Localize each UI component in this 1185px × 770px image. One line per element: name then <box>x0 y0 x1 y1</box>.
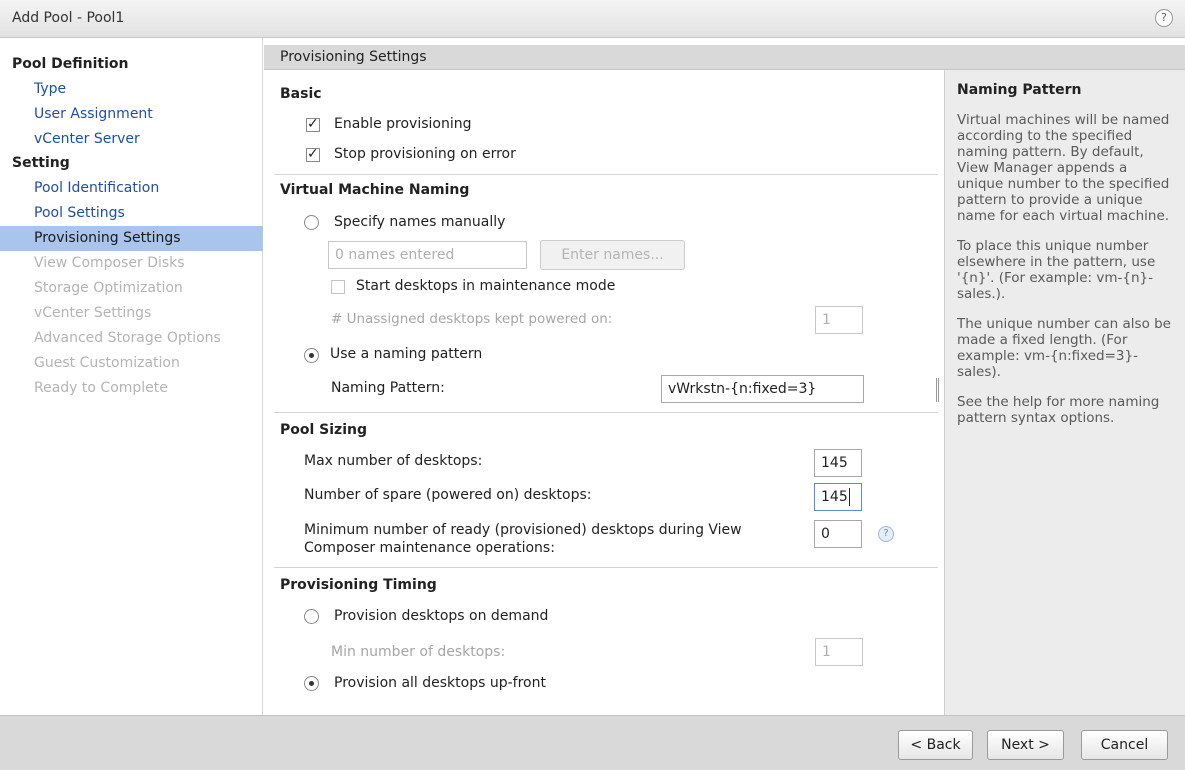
nav-item-guest-customization: Guest Customization <box>34 355 180 371</box>
divider <box>274 174 938 175</box>
divider <box>274 412 938 413</box>
nav-heading-setting: Setting <box>12 155 70 171</box>
enter-names-button: Enter names... <box>540 240 685 270</box>
help-paragraph: The unique number can also be made a fix… <box>957 316 1171 380</box>
nav-item-view-composer-disks: View Composer Disks <box>34 255 185 271</box>
unassigned-powered-on-label: # Unassigned desktops kept powered on: <box>331 311 613 327</box>
help-panel: Naming Pattern Virtual machines will be … <box>944 70 1185 715</box>
nav-item-ready-to-complete: Ready to Complete <box>34 380 168 396</box>
help-paragraph: Virtual machines will be named according… <box>957 112 1170 224</box>
spare-desktops-input[interactable]: 145 <box>814 483 862 511</box>
stop-on-error-checkbox[interactable] <box>306 146 320 162</box>
divider <box>274 567 938 568</box>
spare-desktops-label: Number of spare (powered on) desktops: <box>304 487 592 503</box>
maintenance-mode-checkbox <box>331 280 345 294</box>
vm-naming-group-title: Virtual Machine Naming <box>280 182 470 198</box>
title-bar: Add Pool - Pool1 ? <box>0 0 1185 38</box>
min-ready-label-line2: Composer maintenance operations: <box>304 540 555 556</box>
nav-item-vcenter-server[interactable]: vCenter Server <box>0 127 263 152</box>
help-paragraph: To place this unique number elsewhere in… <box>957 238 1156 302</box>
help-paragraph: See the help for more naming pattern syn… <box>957 394 1160 426</box>
nav-item-provisioning-settings[interactable]: Provisioning Settings <box>0 226 263 251</box>
maintenance-mode-label: Start desktops in maintenance mode <box>356 278 616 294</box>
nav-item-pool-settings[interactable]: Pool Settings <box>0 201 263 226</box>
nav-item-vcenter-settings: vCenter Settings <box>34 305 152 321</box>
nav-heading-pool-definition: Pool Definition <box>12 56 129 72</box>
text-caret <box>849 488 850 506</box>
provisioning-form: Basic Enable provisioning Stop provision… <box>264 70 944 715</box>
min-desktops-field: 1 <box>815 638 863 666</box>
provision-up-front-radio[interactable] <box>304 676 319 691</box>
nav-item-advanced-storage-options: Advanced Storage Options <box>34 330 221 346</box>
max-desktops-label: Max number of desktops: <box>304 453 483 469</box>
nav-item-storage-optimization: Storage Optimization <box>34 280 183 296</box>
stop-on-error-label[interactable]: Stop provisioning on error <box>334 146 516 162</box>
nav-item-user-assignment[interactable]: User Assignment <box>0 102 263 127</box>
naming-pattern-label: Naming Pattern: <box>331 380 445 396</box>
cancel-button[interactable]: Cancel <box>1081 730 1168 760</box>
panel-resize-handle[interactable] <box>936 378 939 402</box>
enable-provisioning-checkbox[interactable] <box>306 116 320 132</box>
section-header: Provisioning Settings <box>264 45 1185 70</box>
min-ready-help-icon[interactable]: ? <box>878 526 894 542</box>
wizard-sidebar: Pool Definition Type User Assignment vCe… <box>0 38 263 715</box>
enable-provisioning-label[interactable]: Enable provisioning <box>334 116 471 132</box>
specify-names-manually-radio[interactable] <box>304 215 319 230</box>
min-ready-input[interactable]: 0 <box>814 520 862 548</box>
use-naming-pattern-radio[interactable] <box>304 348 319 363</box>
max-desktops-input[interactable]: 145 <box>814 449 862 477</box>
nav-item-type[interactable]: Type <box>0 77 263 102</box>
wizard-footer: < Back Next > Cancel <box>0 715 1185 770</box>
use-naming-pattern-label[interactable]: Use a naming pattern <box>330 346 482 362</box>
nav-item-pool-identification[interactable]: Pool Identification <box>0 176 263 201</box>
provisioning-timing-group-title: Provisioning Timing <box>280 577 437 593</box>
specify-names-manually-label[interactable]: Specify names manually <box>334 214 505 230</box>
provision-on-demand-radio[interactable] <box>304 609 319 624</box>
provision-up-front-label[interactable]: Provision all desktops up-front <box>334 675 546 691</box>
help-icon[interactable]: ? <box>1155 9 1173 27</box>
min-desktops-label: Min number of desktops: <box>331 644 506 660</box>
help-panel-title: Naming Pattern <box>957 82 1082 98</box>
min-ready-label-line1: Minimum number of ready (provisioned) de… <box>304 522 742 538</box>
pool-sizing-group-title: Pool Sizing <box>280 422 367 438</box>
naming-pattern-input[interactable]: vWrkstn-{n:fixed=3} <box>661 375 864 403</box>
basic-group-title: Basic <box>280 86 322 102</box>
back-button[interactable]: < Back <box>898 730 973 760</box>
names-entered-field: 0 names entered <box>328 241 527 269</box>
window-title: Add Pool - Pool1 <box>12 10 125 26</box>
next-button[interactable]: Next > <box>987 730 1064 760</box>
unassigned-powered-on-field: 1 <box>815 306 863 334</box>
provision-on-demand-label[interactable]: Provision desktops on demand <box>334 608 548 624</box>
